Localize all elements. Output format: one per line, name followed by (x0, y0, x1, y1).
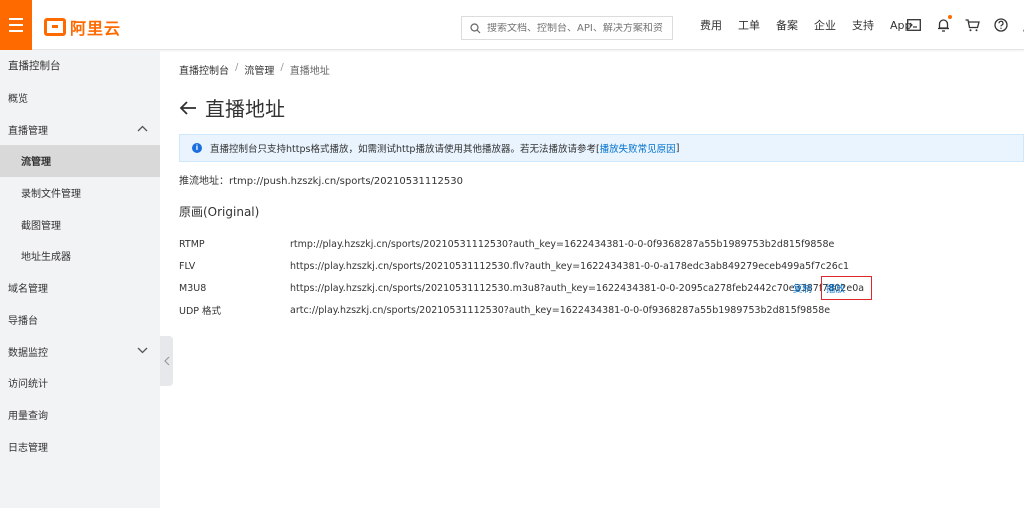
sidebar-item-domain-management[interactable]: 域名管理 (0, 272, 160, 304)
back-arrow-icon[interactable] (179, 100, 197, 115)
protocol-label: M3U8 (179, 282, 207, 294)
play-link[interactable]: 播放 (826, 281, 845, 295)
sidebar-item-address-generator[interactable]: 地址生成器 (0, 240, 160, 272)
logo-text: 阿里云 (70, 19, 122, 38)
url-row-rtmp: RTMP rtmp://play.hzszkj.cn/sports/202105… (179, 233, 879, 255)
protocol-label: UDP 格式 (179, 306, 222, 317)
sidebar-item-label: 访问统计 (8, 379, 48, 391)
notification-dot (948, 15, 952, 19)
sidebar-item-label: 导播台 (8, 315, 38, 327)
chevron-up-icon (137, 125, 148, 132)
copy-link[interactable]: 复制 (793, 281, 812, 295)
push-url-label: 推流地址： (179, 176, 229, 187)
notice-link[interactable]: 播放失败常见原因 (600, 141, 676, 155)
nav-link-tickets[interactable]: 工单 (738, 17, 760, 33)
push-url-line: 推流地址：rtmp://push.hzszkj.cn/sports/202105… (179, 172, 463, 187)
menu-icon[interactable] (0, 0, 32, 50)
sidebar-item-recording-files[interactable]: 录制文件管理 (0, 177, 160, 209)
play-url-list: RTMP rtmp://play.hzszkj.cn/sports/202105… (179, 233, 879, 321)
play-url: https://play.hzszkj.cn/sports/2021053111… (290, 260, 850, 272)
breadcrumb-item-stream-management[interactable]: 流管理 (244, 62, 274, 77)
play-url: artc://play.hzszkj.cn/sports/20210531112… (290, 304, 831, 316)
search-box[interactable] (461, 16, 673, 40)
breadcrumb-item-current: 直播地址 (289, 66, 330, 77)
sidebar-item-label: 概览 (8, 94, 28, 106)
page-title: 直播地址 (205, 97, 285, 121)
nav-link-support[interactable]: 支持 (852, 17, 874, 33)
terminal-icon[interactable] (906, 17, 922, 33)
search-input[interactable] (487, 22, 667, 34)
info-icon: i (192, 143, 202, 153)
sidebar-item-label: 日志管理 (8, 442, 48, 454)
breadcrumb: 直播控制台 / 流管理 / 直播地址 (179, 62, 330, 77)
breadcrumb-separator: / (235, 62, 239, 73)
chevron-down-icon (137, 347, 148, 354)
section-title-original: 原画(Original) (179, 205, 260, 219)
sidebar-title-live-console[interactable]: 直播控制台 (0, 50, 160, 82)
sidebar-item-stream-management[interactable]: 流管理 (0, 145, 160, 177)
sidebar-item-live-management[interactable]: 直播管理 (0, 113, 160, 145)
play-url: rtmp://play.hzszkj.cn/sports/20210531112… (290, 238, 835, 250)
sidebar-item-label: 直播管理 (8, 125, 48, 137)
sidebar-item-label: 直播控制台 (8, 60, 61, 73)
sidebar-item-label: 域名管理 (8, 284, 48, 296)
sidebar-item-snapshots[interactable]: 截图管理 (0, 208, 160, 240)
top-navbar: 阿里云 费用 工单 备案 企业 支持 App (0, 0, 1024, 50)
sidebar-item-label: 截图管理 (21, 220, 61, 232)
sidebar-item-label: 用量查询 (8, 410, 48, 422)
sidebar-item-overview[interactable]: 概览 (0, 82, 160, 114)
sidebar: 直播控制台 概览 直播管理 流管理 录制文件管理 截图管理 地址生成器 域名管理… (0, 50, 160, 508)
sidebar-item-director-console[interactable]: 导播台 (0, 304, 160, 336)
notice-suffix: ] (675, 142, 680, 154)
top-nav-icons (906, 0, 1024, 50)
help-icon[interactable] (993, 17, 1009, 33)
sidebar-item-label: 流管理 (21, 157, 51, 169)
cart-icon[interactable] (964, 17, 980, 33)
play-url: https://play.hzszkj.cn/sports/2021053111… (290, 282, 865, 294)
top-nav-links: 费用 工单 备案 企业 支持 App (700, 0, 928, 50)
protocol-label: FLV (179, 260, 196, 272)
url-row-flv: FLV https://play.hzszkj.cn/sports/202105… (179, 255, 879, 277)
bell-icon[interactable] (935, 15, 952, 33)
push-url-value: rtmp://push.hzszkj.cn/sports/20210531112… (229, 176, 463, 187)
sidebar-item-log-management[interactable]: 日志管理 (0, 430, 160, 462)
nav-link-fees[interactable]: 费用 (700, 17, 722, 33)
info-notice: i 直播控制台只支持https格式播放，如需测试http播放请使用其他播放器。若… (179, 134, 1024, 162)
sidebar-item-label: 录制文件管理 (21, 189, 81, 201)
play-link-highlight: 播放 (821, 276, 873, 300)
notice-text: 直播控制台只支持https格式播放，如需测试http播放请使用其他播放器。若无法… (210, 144, 600, 155)
main-content: 直播控制台 / 流管理 / 直播地址 直播地址 i 直播控制台只支持https格… (160, 50, 1024, 508)
search-icon (470, 22, 481, 33)
sidebar-item-usage-query[interactable]: 用量查询 (0, 399, 160, 431)
sidebar-item-label: 地址生成器 (21, 252, 71, 264)
nav-link-enterprise[interactable]: 企业 (814, 17, 836, 33)
breadcrumb-item-live-console[interactable]: 直播控制台 (179, 62, 229, 77)
nav-link-filing[interactable]: 备案 (776, 17, 798, 33)
url-row-m3u8: M3U8 https://play.hzszkj.cn/sports/20210… (179, 276, 879, 300)
sidebar-item-data-monitoring[interactable]: 数据监控 (0, 335, 160, 367)
breadcrumb-separator: / (280, 62, 284, 73)
sidebar-item-access-statistics[interactable]: 访问统计 (0, 367, 160, 399)
row-actions: 复制 播放 (793, 276, 873, 300)
logo-mark-icon (44, 18, 66, 36)
url-row-udp: UDP 格式 artc://play.hzszkj.cn/sports/2021… (179, 299, 879, 321)
aliyun-logo[interactable]: 阿里云 (44, 15, 121, 39)
sidebar-item-label: 数据监控 (8, 347, 48, 359)
page-header: 直播地址 (179, 93, 285, 122)
protocol-label: RTMP (179, 238, 205, 250)
